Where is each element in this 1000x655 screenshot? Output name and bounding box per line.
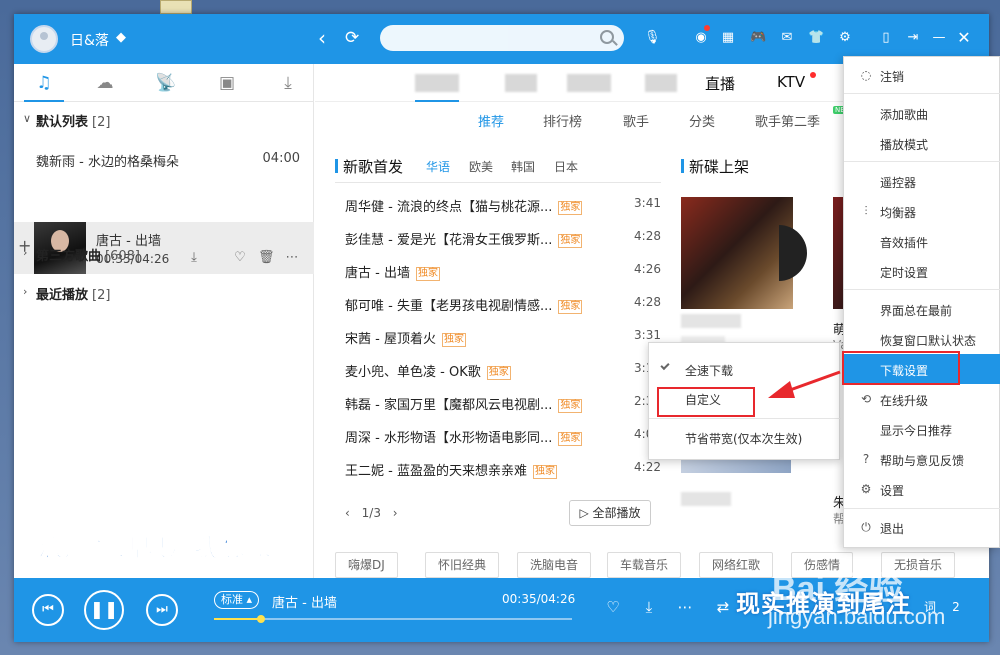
watermark-logo: Bai 经验 [772, 570, 903, 608]
annotation-arrow [768, 370, 841, 398]
arrow-shaft [789, 370, 841, 392]
arrow-head [768, 381, 795, 398]
watermark-url: jingyan.baidu.com [768, 604, 946, 629]
